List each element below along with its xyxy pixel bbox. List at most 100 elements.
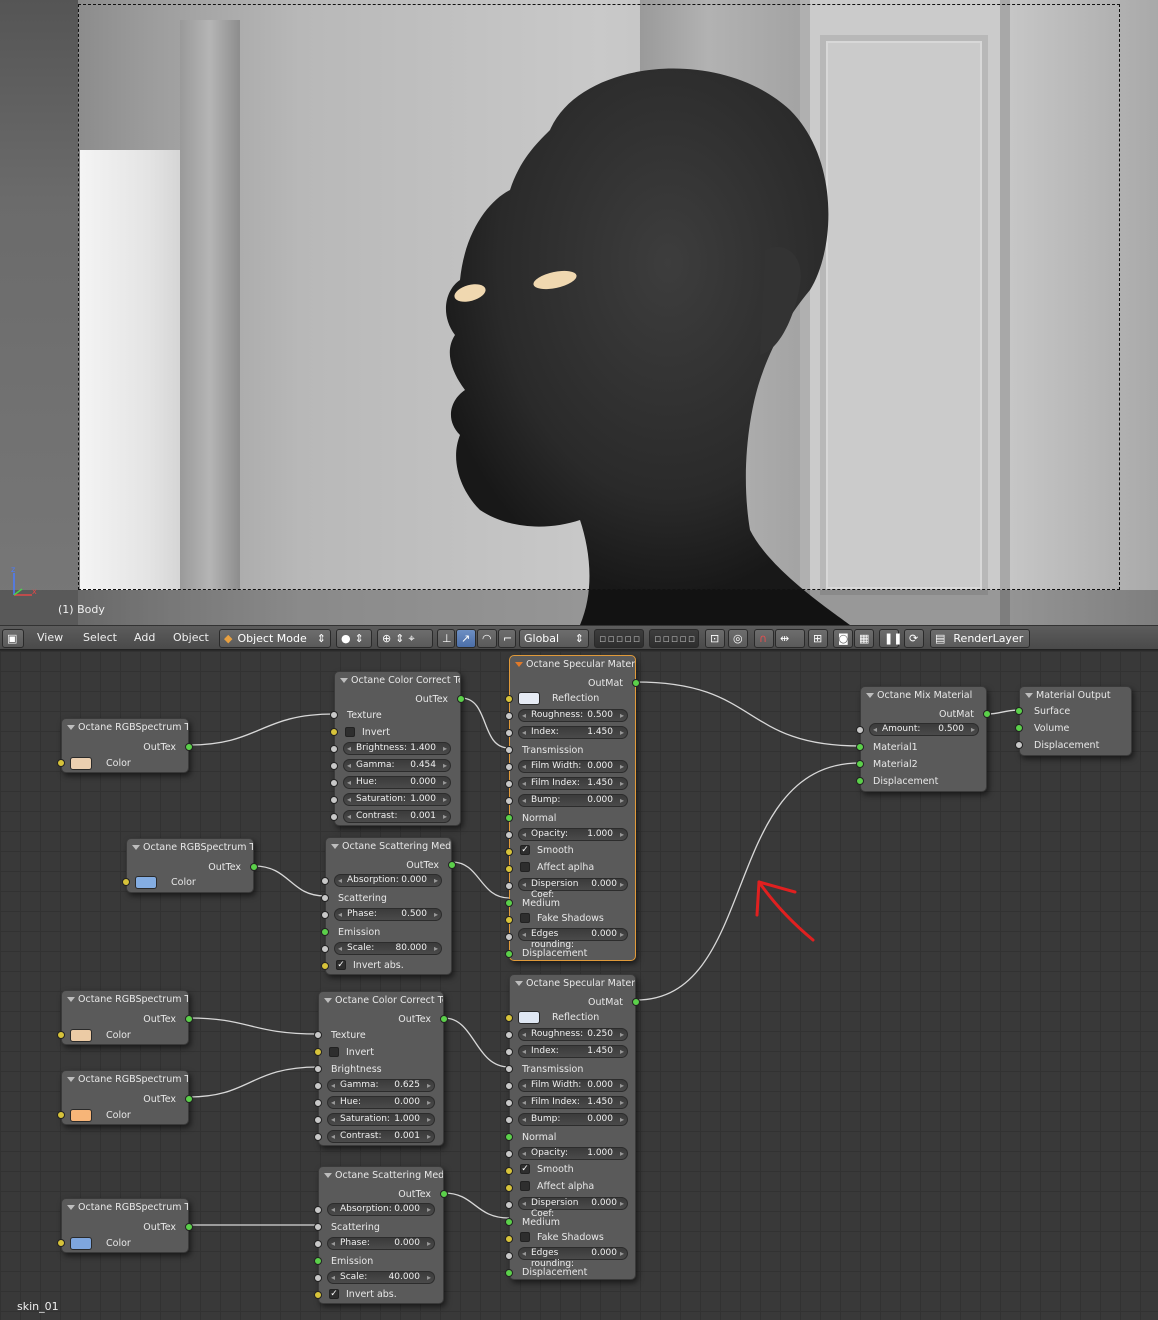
- layer-lock-button[interactable]: ⊡: [705, 629, 725, 648]
- hue-field[interactable]: Hue: 0.000: [343, 776, 451, 789]
- input-socket-opacity[interactable]: [505, 1150, 513, 1158]
- index-field[interactable]: Index: 1.450: [518, 1045, 628, 1058]
- output-socket[interactable]: [448, 861, 456, 869]
- reflection-swatch[interactable]: [518, 692, 540, 705]
- input-socket-affect-alpha[interactable]: [505, 1184, 513, 1192]
- reflection-swatch[interactable]: [518, 1011, 540, 1024]
- input-socket-displacement[interactable]: [505, 950, 513, 958]
- bump-field[interactable]: Bump: 0.000: [518, 1113, 628, 1126]
- node-rgb-spectrum-2[interactable]: Octane RGBSpectrum Te OutTex Color: [122, 838, 258, 893]
- input-socket-affect-alpha[interactable]: [505, 865, 513, 873]
- input-socket-roughness[interactable]: [505, 712, 513, 720]
- node-color-correct-1[interactable]: Octane Color Correct Tex OutTex Texture …: [330, 671, 465, 826]
- manipulator-toggle[interactable]: ⊥: [437, 629, 455, 648]
- input-socket-brightness[interactable]: [330, 745, 338, 753]
- input-socket-scattering[interactable]: [321, 894, 329, 902]
- input-socket-absorption[interactable]: [314, 1206, 322, 1214]
- input-socket-index[interactable]: [505, 729, 513, 737]
- input-socket-color[interactable]: [57, 759, 65, 767]
- output-socket[interactable]: [632, 998, 640, 1006]
- node-color-correct-2[interactable]: Octane Color Correct Tex OutTex Texture …: [314, 991, 448, 1146]
- input-socket-displacement[interactable]: [505, 1269, 513, 1277]
- input-socket-color[interactable]: [57, 1239, 65, 1247]
- film-index-field[interactable]: Film Index: 1.450: [518, 777, 628, 790]
- output-socket[interactable]: [632, 679, 640, 687]
- input-socket-film-width[interactable]: [505, 763, 513, 771]
- input-socket-contrast[interactable]: [330, 813, 338, 821]
- node-scattering-medium-2[interactable]: Octane Scattering Medi... OutTex Absorpt…: [314, 1166, 448, 1304]
- input-socket-phase[interactable]: [314, 1240, 322, 1248]
- color-swatch[interactable]: [70, 1109, 92, 1122]
- menu-add[interactable]: Add: [134, 628, 155, 648]
- saturation-field[interactable]: Saturation: 1.000: [327, 1113, 435, 1126]
- input-socket-absorption[interactable]: [321, 877, 329, 885]
- affect-alpha-checkbox[interactable]: [520, 1181, 530, 1191]
- absorption-field[interactable]: Absorption:0.000: [327, 1203, 435, 1216]
- fake-shadows-checkbox[interactable]: [520, 913, 530, 923]
- input-socket-emission[interactable]: [321, 928, 329, 936]
- input-socket-scale[interactable]: [321, 945, 329, 953]
- input-socket-edges[interactable]: [505, 1252, 513, 1260]
- pivot-select[interactable]: ⊕ ⇕ ⌖: [377, 629, 433, 648]
- output-socket[interactable]: [457, 695, 465, 703]
- output-socket[interactable]: [185, 1223, 193, 1231]
- node-specular-material-2[interactable]: Octane Specular Material OutMat Reflecti…: [505, 974, 640, 1280]
- input-socket-amount[interactable]: [856, 726, 864, 734]
- input-socket-scattering[interactable]: [314, 1223, 322, 1231]
- color-swatch[interactable]: [135, 876, 157, 889]
- render-layer-select[interactable]: ▤ RenderLayer: [930, 629, 1030, 648]
- input-socket-smooth[interactable]: [505, 848, 513, 856]
- output-socket[interactable]: [250, 863, 258, 871]
- smooth-checkbox[interactable]: ✓: [520, 845, 530, 855]
- input-socket-hue[interactable]: [314, 1099, 322, 1107]
- roughness-field[interactable]: Roughness:0.500: [518, 709, 628, 722]
- node-mix-material[interactable]: Octane Mix Material OutMat Amount:0.500 …: [856, 686, 991, 792]
- invert-abs-checkbox[interactable]: ✓: [329, 1289, 339, 1299]
- output-socket[interactable]: [440, 1190, 448, 1198]
- input-socket-material1[interactable]: [856, 743, 864, 751]
- input-socket-surface[interactable]: [1015, 707, 1023, 715]
- gamma-field[interactable]: Gamma: 0.454: [343, 759, 451, 772]
- invert-abs-checkbox[interactable]: ✓: [336, 960, 346, 970]
- input-socket-smooth[interactable]: [505, 1167, 513, 1175]
- input-socket-fake-shadows[interactable]: [505, 1235, 513, 1243]
- input-socket-normal[interactable]: [505, 1133, 513, 1141]
- input-socket-gamma[interactable]: [330, 762, 338, 770]
- color-swatch[interactable]: [70, 1029, 92, 1042]
- affect-alpha-checkbox[interactable]: [520, 862, 530, 872]
- mode-select[interactable]: ◆ Object Mode ⇕: [219, 629, 331, 648]
- node-rgb-spectrum-4[interactable]: Octane RGBSpectrum T... OutTex Color: [57, 1070, 193, 1125]
- input-socket-film-index[interactable]: [505, 780, 513, 788]
- input-socket-saturation[interactable]: [314, 1116, 322, 1124]
- roughness-field[interactable]: Roughness:0.250: [518, 1028, 628, 1041]
- node-scattering-medium-1[interactable]: Octane Scattering Medi... OutTex Absorpt…: [321, 837, 456, 975]
- film-width-field[interactable]: Film Width: 0.000: [518, 1079, 628, 1092]
- input-socket-invert[interactable]: [314, 1048, 322, 1056]
- dispersion-field[interactable]: Dispersion Coef: 0.000: [518, 1197, 628, 1219]
- rotate-button[interactable]: ◠: [477, 629, 497, 648]
- output-socket[interactable]: [185, 1095, 193, 1103]
- input-socket-dispersion[interactable]: [505, 1201, 513, 1209]
- snap-button[interactable]: ∩: [754, 629, 774, 648]
- phase-field[interactable]: Phase: 0.500: [334, 908, 442, 921]
- edges-rounding-field[interactable]: Edges rounding: 0.000: [518, 928, 628, 950]
- invert-checkbox[interactable]: [329, 1047, 339, 1057]
- input-socket-hue[interactable]: [330, 779, 338, 787]
- snap-element-select[interactable]: ⇹: [775, 629, 805, 648]
- film-index-field[interactable]: Film Index: 1.450: [518, 1096, 628, 1109]
- input-socket-film-index[interactable]: [505, 1099, 513, 1107]
- render-opengl-button[interactable]: ◙: [833, 629, 853, 648]
- input-socket-displacement[interactable]: [1015, 741, 1023, 749]
- input-socket-opacity[interactable]: [505, 831, 513, 839]
- layers-row-2[interactable]: ▫▫▫▫▫: [649, 629, 699, 648]
- node-rgb-spectrum-5[interactable]: Octane RGBSpectrum T... OutTex Color: [57, 1198, 193, 1253]
- input-socket-bump[interactable]: [505, 1116, 513, 1124]
- scale-field[interactable]: Scale: 40.000: [327, 1271, 435, 1284]
- editor-type-button[interactable]: ▣: [2, 629, 24, 648]
- output-socket[interactable]: [185, 1015, 193, 1023]
- input-socket-transmission[interactable]: [505, 746, 513, 754]
- layers-row-1[interactable]: ▫▫▫▫▫: [594, 629, 644, 648]
- hue-field[interactable]: Hue: 0.000: [327, 1096, 435, 1109]
- input-socket-invert-abs[interactable]: [314, 1291, 322, 1299]
- input-socket-edges[interactable]: [505, 933, 513, 941]
